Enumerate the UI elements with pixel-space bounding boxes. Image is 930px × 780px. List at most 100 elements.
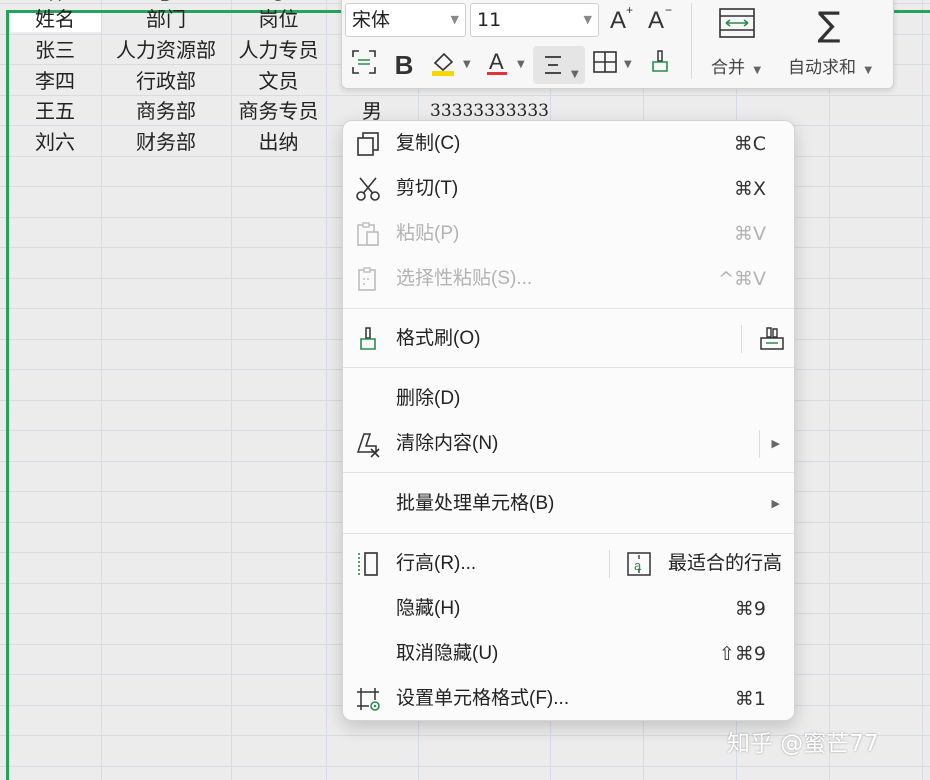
chevron-down-icon: ▼ — [864, 65, 873, 76]
autofit-row-height-option[interactable]: 最适合的行高 — [668, 542, 782, 586]
svg-text:+: + — [626, 3, 633, 17]
bold-icon: B — [394, 50, 414, 80]
cell-b4[interactable]: 商务部 — [101, 96, 231, 126]
font-color-icon: A — [487, 49, 507, 75]
cell-c5[interactable]: 出纳 — [231, 127, 326, 157]
menu-item-label: 剪切(T) — [396, 178, 459, 199]
menu-item-divider — [759, 430, 760, 458]
autofit-row-icon: a — [627, 552, 651, 576]
toolbar-divider — [691, 3, 692, 79]
menu-item-format-painter[interactable]: 格式刷(O) — [343, 317, 794, 361]
autosum-button[interactable]: 自动求和 ▼ — [788, 53, 872, 78]
menu-item-batch-process[interactable]: 批量处理单元格(B) ▶ — [343, 482, 794, 526]
autosum-label: 自动求和 — [788, 58, 856, 78]
autosum-icon-button[interactable]: ∑ — [811, 7, 847, 45]
menu-item-cut[interactable]: 剪切(T) ⌘X — [343, 167, 794, 211]
menu-item-label: 复制(C) — [396, 133, 461, 154]
font-color-button[interactable]: A — [482, 48, 514, 82]
paint-bucket-icon — [432, 52, 454, 76]
mini-format-toolbar: 宋体 ▼ 11 ▼ A + A − B ▼ A ▼ ▼ ▼ 合并 ▼ ∑ 自动求… — [341, 0, 894, 89]
increase-font-icon: A + — [610, 3, 633, 34]
menu-item-clear-contents[interactable]: 清除内容(N) ▶ — [343, 422, 794, 466]
align-button[interactable]: ▼ — [533, 46, 585, 84]
chevron-down-icon[interactable]: ▼ — [517, 59, 525, 70]
cell-c1[interactable]: 岗位 — [231, 4, 326, 34]
cell-a5[interactable]: 刘六 — [9, 127, 101, 157]
svg-text:−: − — [665, 3, 672, 17]
chevron-down-icon: ▼ — [450, 13, 459, 26]
merge-button[interactable]: 合并 ▼ — [711, 53, 761, 78]
cell-a2[interactable]: 张三 — [9, 35, 101, 65]
font-name-select[interactable]: 宋体 ▼ — [345, 3, 466, 37]
cell-b1[interactable]: 部门 — [101, 4, 231, 34]
cell-c2[interactable]: 人力专员 — [231, 35, 326, 65]
cell-b3[interactable]: 行政部 — [101, 66, 231, 96]
menu-item-copy[interactable]: 复制(C) ⌘C — [343, 122, 794, 166]
cell-a3[interactable]: 李四 — [9, 66, 101, 96]
chevron-down-icon: ▼ — [753, 65, 762, 76]
bold-button[interactable]: B — [388, 48, 420, 82]
row-height-icon — [358, 552, 378, 576]
increase-font-size-button[interactable]: A + — [606, 3, 638, 37]
menu-item-label: 批量处理单元格(B) — [396, 493, 555, 514]
menu-item-label: 选择性粘贴(S)... — [396, 268, 533, 289]
borders-button[interactable] — [589, 48, 621, 82]
svg-text:A: A — [489, 49, 504, 74]
paste-special-icon — [358, 267, 376, 291]
shortcut-text: ⇧⌘9 — [718, 643, 766, 665]
merge-cells-icon — [719, 8, 755, 38]
menu-item-label: 粘贴(P) — [396, 223, 460, 244]
svg-text:A: A — [648, 7, 664, 33]
multi-paintbrush-icon[interactable] — [757, 325, 787, 353]
select-area-button[interactable] — [348, 48, 380, 82]
menu-separator — [343, 367, 794, 368]
eraser-icon — [356, 433, 380, 458]
menu-item-delete[interactable]: 删除(D) — [343, 377, 794, 421]
context-menu: 复制(C) ⌘C 剪切(T) ⌘X 粘贴(P) ⌘V 选择性粘贴(S)... ^… — [342, 120, 795, 721]
cell-b2[interactable]: 人力资源部 — [101, 35, 231, 65]
menu-item-format-cells[interactable]: 设置单元格格式(F)... ⌘1 — [343, 677, 794, 721]
menu-item-label: 清除内容(N) — [396, 433, 499, 454]
menu-item-label: 行高(R)... — [396, 553, 477, 574]
shortcut-text: ⌘X — [733, 178, 766, 200]
paintbrush-icon — [360, 327, 376, 350]
shortcut-text: ⌘V — [734, 223, 766, 245]
screen-select-icon — [352, 50, 376, 74]
format-painter-button[interactable] — [644, 48, 676, 82]
cell-b5[interactable]: 财务部 — [101, 127, 231, 157]
paste-icon — [357, 222, 379, 246]
row-gridline — [0, 766, 930, 767]
cell-c3[interactable]: 文员 — [231, 66, 326, 96]
cell-a1[interactable]: 姓名 — [9, 4, 101, 34]
menu-item-hide[interactable]: 隐藏(H) ⌘9 — [343, 587, 794, 631]
font-size-value: 11 — [477, 9, 502, 31]
cell-c4[interactable]: 商务专员 — [231, 96, 326, 126]
svg-text:a: a — [634, 558, 642, 573]
menu-item-paste[interactable]: 粘贴(P) ⌘V — [343, 212, 794, 256]
chevron-down-icon[interactable]: ▼ — [463, 59, 471, 70]
menu-item-label: 隐藏(H) — [396, 598, 461, 619]
menu-item-paste-special[interactable]: 选择性粘贴(S)... ^⌘V — [343, 257, 794, 301]
shortcut-text: ⌘1 — [734, 688, 766, 710]
merge-icon-button[interactable] — [715, 5, 759, 45]
cell-a4[interactable]: 王五 — [9, 96, 101, 126]
menu-separator — [343, 533, 794, 534]
chevron-right-icon: ▶ — [771, 437, 780, 450]
chevron-down-icon[interactable]: ▼ — [624, 59, 632, 70]
cell-settings-icon — [357, 688, 380, 711]
paintbrush-icon — [652, 50, 668, 72]
menu-item-label: 取消隐藏(U) — [396, 643, 499, 664]
decrease-font-size-button[interactable]: A − — [644, 3, 676, 37]
menu-item-unhide[interactable]: 取消隐藏(U) ⇧⌘9 — [343, 632, 794, 676]
font-size-select[interactable]: 11 ▼ — [470, 3, 599, 37]
chevron-right-icon: ▶ — [771, 497, 780, 510]
menu-item-label: 格式刷(O) — [396, 328, 481, 349]
menu-item-row-height[interactable]: 行高(R)... a 最适合的行高 — [343, 542, 794, 586]
menu-item-label: 删除(D) — [396, 388, 461, 409]
menu-item-divider — [609, 550, 610, 578]
watermark: 知乎 @蜜芒77 — [727, 731, 879, 757]
fill-color-button[interactable] — [428, 48, 460, 82]
decrease-font-icon: A − — [648, 3, 672, 34]
merge-label: 合并 — [711, 58, 745, 78]
font-name-value: 宋体 — [352, 9, 391, 31]
